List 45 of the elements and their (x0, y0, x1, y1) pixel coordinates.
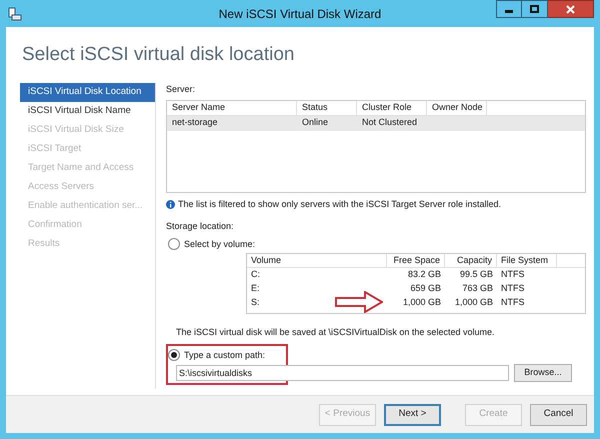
table-cell-text: Online (301, 116, 330, 130)
table-cell-text: S: (250, 296, 261, 310)
table-cell-text: net-storage (171, 116, 219, 130)
app-icon (8, 6, 22, 20)
table-cell-text: 763 GB (461, 282, 494, 296)
minimize-button[interactable] (496, 0, 522, 18)
table-cell-text: 99.5 GB (458, 268, 494, 282)
info-icon (166, 200, 175, 209)
table-cell-text: 659 GB (409, 282, 442, 296)
save-location-note: The iSCSI virtual disk will be saved at \iSCSIVirtualDisk on the selected volume. (176, 326, 496, 339)
table-cell-text: 83.2 GB (406, 268, 442, 282)
column-header[interactable]: Owner Node (427, 100, 487, 114)
table-cell-text: C: (250, 268, 261, 282)
table-cell-text: NTFS (500, 268, 526, 282)
radio-label: Select by volume: (184, 238, 256, 251)
radio-button[interactable] (168, 238, 180, 250)
column-header[interactable]: Volume (247, 254, 387, 267)
close-button[interactable] (548, 0, 594, 18)
table-cell-text: E: (250, 282, 261, 296)
table-cell-text: 1,000 GB (454, 296, 494, 310)
browse-button[interactable]: Browse... (514, 364, 572, 382)
column-header[interactable]: Capacity (445, 254, 497, 267)
column-header[interactable]: Cluster Role (357, 100, 427, 114)
column-header[interactable]: Server Name (167, 100, 297, 114)
table-cell-text: 1,000 GB (402, 296, 442, 310)
table-cell-text: Not Clustered (361, 116, 418, 130)
window-title: New iSCSI Virtual Disk Wizard (218, 6, 382, 22)
path-field[interactable]: S:\iscsivirtualdisks (176, 365, 509, 381)
info-text: The list is filtered to show only servers with the iSCSI Target Server role installed. (178, 198, 501, 211)
table-cell-text: NTFS (500, 282, 526, 296)
radio-label: Type a custom path: (184, 348, 266, 362)
column-header[interactable]: Free Space (387, 254, 445, 267)
column-header[interactable]: File System (497, 254, 557, 267)
radio-button[interactable] (168, 349, 180, 362)
column-header[interactable]: Status (297, 100, 357, 114)
wizard-button[interactable]: Cancel (530, 404, 587, 426)
server-row[interactable]: net-storage Online Not Clustered (167, 116, 585, 130)
wizard-button[interactable]: Next > (384, 404, 441, 426)
close-icon (566, 4, 575, 14)
server-label: Server: (166, 83, 196, 96)
storage-label: Storage location: (166, 220, 235, 233)
wizard-step[interactable]: iSCSI Virtual Disk Name (20, 102, 155, 121)
table-cell-text: NTFS (500, 296, 526, 310)
wizard-step[interactable]: iSCSI Virtual Disk Location (20, 83, 155, 102)
page-heading: Select iSCSI virtual disk location (21, 43, 296, 67)
